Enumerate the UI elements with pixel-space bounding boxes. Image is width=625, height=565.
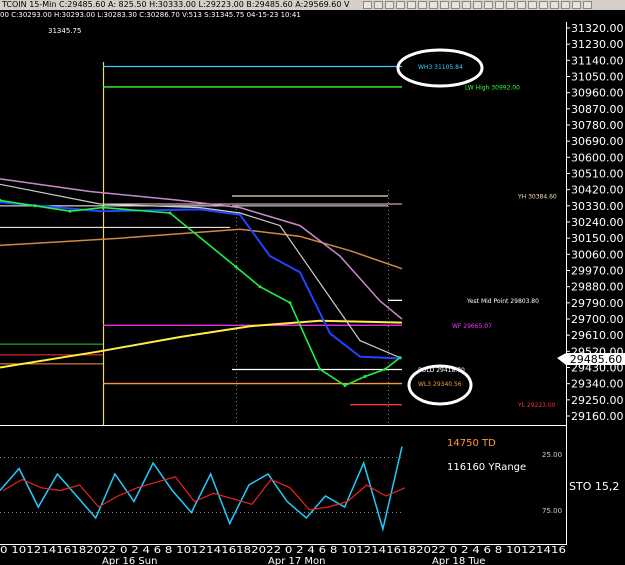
price-tick-label-4: 30960.00 — [571, 87, 624, 100]
level-label-4: WF 29665.07 — [452, 323, 492, 330]
level-lines: WH3 31105.84 LW High 30992.00 YH 30384.60 Y… — [0, 64, 557, 409]
title-bar: TCOIN 15-Min C:29485.60 A: 825.50 H:3033… — [0, 0, 625, 10]
toolbar-button-2[interactable] — [374, 1, 383, 9]
level-label-7: YL 29223.00 — [517, 402, 556, 409]
toolbar-button-5[interactable] — [407, 1, 416, 9]
toolbar-button-12[interactable] — [484, 1, 493, 9]
toolbar-button-4[interactable] — [396, 1, 405, 9]
price-tick-label-0: 31320.00 — [571, 22, 624, 35]
day-label-mon: Apr 17 Mon — [268, 556, 325, 565]
price-tick-label-22: 29340.00 — [571, 378, 624, 391]
price-tick-label-1: 31230.00 — [571, 38, 624, 51]
level-label-2: YH 30384.60 — [517, 194, 557, 201]
price-point-1 — [33, 204, 37, 208]
day-label-sun: Apr 16 Sun — [102, 556, 157, 565]
cursor-price: 31345.75 — [48, 27, 81, 35]
level-label-6: WL3 29340.56 — [418, 381, 462, 388]
moving-averages — [0, 178, 403, 369]
day-label-tue: Apr 18 Tue — [432, 556, 485, 565]
price-tick-label-7: 30690.00 — [571, 135, 624, 148]
toolbar-button-9[interactable] — [451, 1, 460, 9]
toolbar-button-10[interactable] — [462, 1, 471, 9]
price-point-2 — [68, 209, 72, 213]
toolbar-button-16[interactable] — [528, 1, 537, 9]
price-tick-label-13: 30150.00 — [571, 232, 624, 245]
price-tick-label-10: 30420.00 — [571, 184, 624, 197]
window-title: TCOIN 15-Min C:29485.60 A: 825.50 H:3033… — [2, 0, 350, 9]
price-point-12 — [398, 356, 402, 360]
price-point-11 — [383, 367, 387, 371]
toolbar-button-6[interactable] — [418, 1, 427, 9]
price-tick-label-9: 30510.00 — [571, 168, 624, 181]
price-tick-label-24: 29160.00 — [571, 410, 624, 423]
sto-tick-25: 25.00 — [542, 451, 562, 459]
toolbar-button-15[interactable] — [517, 1, 526, 9]
toolbar-button-13[interactable] — [495, 1, 504, 9]
price-tick-label-2: 31140.00 — [571, 54, 624, 67]
toolbar-button-17[interactable] — [539, 1, 548, 9]
price-point-5 — [234, 265, 238, 269]
price-point-10 — [363, 375, 367, 378]
price-tick-label-12: 30240.00 — [571, 216, 624, 229]
price-point-6 — [258, 285, 262, 289]
price-tick-label-17: 29790.00 — [571, 297, 624, 310]
price-tick-label-14: 30060.00 — [571, 248, 624, 261]
toolbar-button-7[interactable] — [429, 1, 438, 9]
yrange-label: 116160 YRange — [447, 462, 526, 473]
level-label-3: Yest Mid Point 29803.80 — [466, 298, 539, 305]
sto-tick-75: 75.00 — [542, 507, 562, 515]
price-tick-label-3: 31050.00 — [571, 71, 624, 84]
price-tick-label-16: 29880.00 — [571, 281, 624, 294]
toolbar-button-8[interactable] — [440, 1, 449, 9]
toolbar-button-20[interactable] — [572, 1, 581, 9]
td-label: 14750 TD — [447, 438, 496, 449]
level-label-1: LW High 30992.00 — [465, 84, 520, 91]
toolbar-button-3[interactable] — [385, 1, 394, 9]
price-tick-label-11: 30330.00 — [571, 200, 624, 213]
price-point-8 — [318, 367, 322, 371]
toolbar-button-11[interactable] — [473, 1, 482, 9]
toolbar-button-19[interactable] — [561, 1, 570, 9]
price-tick-label-5: 30870.00 — [571, 103, 624, 116]
stochastic-series — [0, 446, 406, 532]
hour-ticks: 0 10121416182022 0 2 4 6 8 1012141618202… — [0, 545, 566, 556]
price-tick-label-23: 29250.00 — [571, 394, 624, 407]
price-point-3 — [101, 206, 105, 210]
toolbar — [363, 1, 592, 9]
last-price-label: 29485.60 — [570, 353, 623, 366]
level-label-0: WH3 31105.84 — [418, 64, 463, 71]
price-point-4 — [168, 211, 172, 215]
sto-label: STO 15,2 — [569, 480, 619, 493]
ma-blue — [0, 201, 403, 360]
price-point-9 — [343, 384, 347, 387]
toolbar-button-1[interactable] — [363, 1, 372, 9]
sto-k-line — [0, 446, 403, 532]
price-tick-label-6: 30780.00 — [571, 119, 624, 132]
sto-reference-lines — [0, 457, 402, 513]
toolbar-button-18[interactable] — [550, 1, 559, 9]
price-tick-label-19: 29610.00 — [571, 329, 624, 342]
toolbar-button-14[interactable] — [506, 1, 515, 9]
price-tick-label-8: 30600.00 — [571, 151, 624, 164]
toolbar-button-21[interactable] — [583, 1, 592, 9]
ohlc-readout: 00 C:30293.00 H:30293.00 L:30283.30 C:30… — [0, 11, 301, 19]
price-tick-label-18: 29700.00 — [571, 313, 624, 326]
price-tick-label-15: 29970.00 — [571, 265, 624, 278]
ma-orange — [0, 228, 403, 270]
price-point-7 — [288, 301, 292, 305]
chart-canvas: WH3 31105.84 LW High 30992.00 YH 30384.60 Y… — [0, 22, 625, 565]
